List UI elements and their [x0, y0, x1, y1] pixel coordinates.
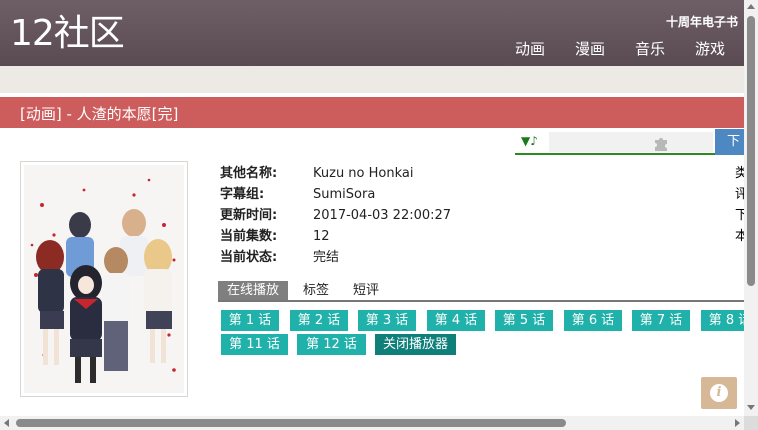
music-note-icon[interactable]: ▼♪ — [521, 134, 538, 148]
info-value: 12 — [313, 229, 330, 244]
tab-short-reviews[interactable]: 短评 — [344, 281, 388, 300]
info-label: 其他名称: — [220, 166, 278, 181]
tab-tags[interactable]: 标签 — [294, 281, 338, 300]
episode-button[interactable]: 第 6 话 — [564, 310, 622, 331]
scroll-up-icon[interactable] — [747, 4, 755, 9]
info-icon: i — [710, 384, 728, 402]
player-track[interactable] — [549, 132, 713, 152]
page-title: [动画] - 人渣的本愿[完] — [20, 105, 179, 123]
vertical-scrollbar[interactable] — [744, 0, 758, 416]
side-label: 下 — [735, 208, 744, 223]
nav-item-music[interactable]: 音乐 — [620, 38, 680, 59]
info-label: 字幕组: — [220, 187, 265, 202]
horizontal-scroll-thumb[interactable] — [16, 419, 566, 427]
info-row-subgroup: 字幕组: SumiSora — [220, 184, 451, 205]
vertical-scroll-thumb[interactable] — [747, 16, 755, 286]
info-label: 当前集数: — [220, 229, 278, 244]
main-nav: 动画 漫画 音乐 游戏 — [500, 38, 740, 59]
info-row-alias: 其他名称: Kuzu no Honkai — [220, 163, 451, 184]
nav-item-anime[interactable]: 动画 — [500, 38, 560, 59]
info-row-updated: 更新时间: 2017-04-03 22:00:27 — [220, 205, 451, 226]
info-value: Kuzu no Honkai — [313, 166, 414, 181]
audio-player-bar[interactable]: ▼♪ — [515, 129, 715, 155]
nav-item-games[interactable]: 游戏 — [680, 38, 740, 59]
episode-button[interactable]: 第 11 话 — [221, 334, 288, 355]
scroll-left-icon[interactable] — [4, 419, 9, 427]
title-bar: [动画] - 人渣的本愿[完] — [0, 97, 744, 128]
scrollbar-corner — [744, 416, 758, 430]
side-info-labels: 类 评 下 本 — [735, 163, 744, 247]
anime-info: 其他名称: Kuzu no Honkai 字幕组: SumiSora 更新时间:… — [220, 163, 451, 268]
cover-image — [20, 161, 188, 397]
side-label: 本 — [735, 229, 744, 244]
episode-button[interactable]: 第 3 话 — [358, 310, 416, 331]
tab-online-play[interactable]: 在线播放 — [218, 281, 289, 300]
info-value: SumiSora — [313, 187, 376, 202]
download-button[interactable]: 下 — [715, 129, 744, 155]
anime-poster-illustration — [24, 165, 184, 393]
info-row-episodes: 当前集数: 12 — [220, 226, 451, 247]
sub-navigation-bar — [0, 66, 744, 93]
episode-button[interactable]: 第 7 话 — [632, 310, 690, 331]
ebook-link[interactable]: 十周年电子书 — [666, 13, 738, 30]
close-player-button[interactable]: 关闭播放器 — [375, 334, 456, 355]
puzzle-piece-icon — [655, 138, 667, 151]
side-label: 类 — [735, 166, 744, 181]
episode-button[interactable]: 第 4 话 — [427, 310, 485, 331]
episode-button[interactable]: 第 2 话 — [290, 310, 348, 331]
scroll-down-icon[interactable] — [747, 405, 755, 410]
info-row-status: 当前状态: 完结 — [220, 247, 451, 268]
episode-button[interactable]: 第 12 话 — [297, 334, 366, 355]
info-value: 2017-04-03 22:00:27 — [313, 208, 452, 223]
info-value: 完结 — [313, 250, 340, 265]
episode-button[interactable]: 第 5 话 — [495, 310, 553, 331]
info-button[interactable]: i — [701, 377, 737, 409]
episode-button[interactable]: 第 8 话 — [701, 310, 744, 331]
horizontal-scrollbar[interactable] — [0, 416, 744, 430]
site-logo[interactable]: 12社区 — [10, 12, 125, 56]
scroll-right-icon[interactable] — [735, 419, 740, 427]
nav-item-manga[interactable]: 漫画 — [560, 38, 620, 59]
info-label: 当前状态: — [220, 250, 278, 265]
content-tabs: 在线播放 标签 短评 — [218, 281, 744, 302]
side-label: 评 — [735, 187, 744, 202]
info-label: 更新时间: — [220, 208, 278, 223]
site-header: 12社区 十周年电子书 动画 漫画 音乐 游戏 — [0, 0, 744, 66]
page-viewport: 12社区 十周年电子书 动画 漫画 音乐 游戏 [动画] - 人渣的本愿[完] … — [0, 0, 744, 416]
episode-button[interactable]: 第 1 话 — [221, 310, 279, 331]
